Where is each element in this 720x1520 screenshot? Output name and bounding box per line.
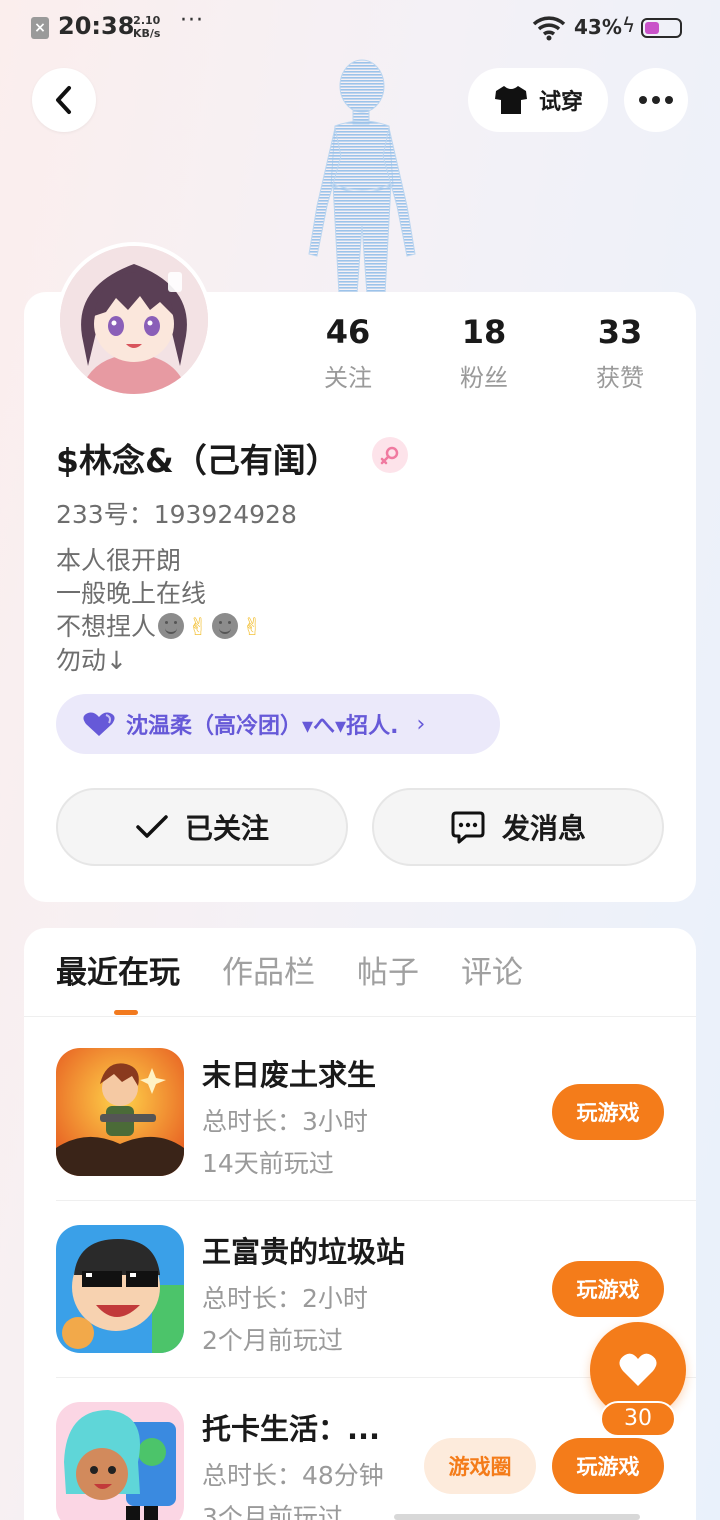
divider (56, 1200, 696, 1201)
female-gender-icon (372, 437, 408, 473)
status-bar: × 20:38 2.10 KB/s ··· 43% ϟ (0, 0, 720, 58)
send-message-button[interactable]: 发消息 (372, 788, 664, 866)
game-last-played: 2个月前玩过 (202, 1326, 343, 1355)
nickname: $林念&（己有闺） (56, 441, 339, 480)
send-message-label: 发消息 (501, 812, 586, 845)
active-tab-indicator (114, 1010, 138, 1015)
more-options-button[interactable] (624, 68, 688, 132)
victory-hand-emoji-icon: ✌ (242, 613, 263, 641)
bio-line: 勿动↓ (56, 646, 127, 675)
stat-label: 粉丝 (460, 364, 508, 392)
status-more-icon: ··· (180, 8, 204, 33)
heart-icon (83, 712, 115, 736)
game-last-played: 3个月前玩过 (202, 1503, 343, 1520)
stat-label: 关注 (324, 364, 372, 392)
game-title: 末日废土求生 (202, 1058, 377, 1092)
following-label: 已关注 (184, 812, 269, 845)
bio-line: 不想捏人 ✌ ✌ (56, 610, 264, 644)
dot-icon (665, 96, 673, 104)
charging-icon: ϟ (622, 13, 636, 37)
following-button[interactable]: 已关注 (56, 788, 348, 866)
tab-recently-played[interactable]: 最近在玩 (56, 948, 180, 998)
network-speed-value: 2.10 (133, 14, 161, 27)
game-title: 托卡生活：... (202, 1412, 381, 1446)
tab-comments[interactable]: 评论 (461, 948, 523, 998)
game-circle-button[interactable]: 游戏圈 (424, 1438, 536, 1494)
bio: 本人很开朗 一般晚上在线 不想捏人 ✌ ✌ 勿动↓ (56, 544, 264, 677)
game-row[interactable]: 末日废土求生 总时长：3小时 14天前玩过 玩游戏 (56, 1048, 696, 1224)
tshirt-icon (494, 86, 527, 114)
heart-icon (619, 1353, 657, 1386)
play-game-button[interactable]: 玩游戏 (552, 1438, 664, 1494)
battery-percent: 43% (574, 15, 622, 39)
status-time: 20:38 (58, 12, 135, 40)
play-game-button[interactable]: 玩游戏 (552, 1261, 664, 1317)
smiley-emoji-icon (158, 613, 185, 639)
game-duration: 总时长：2小时 (202, 1284, 368, 1313)
like-count: 30 (600, 1401, 676, 1437)
profile-tabs: 最近在玩 作品栏 帖子 评论 (56, 948, 523, 998)
bio-line: 本人很开朗 (56, 546, 182, 575)
bio-line-text: 不想捏人 (56, 612, 157, 641)
game-duration: 总时长：3小时 (202, 1107, 368, 1136)
user-id: 233号：193924928 (56, 500, 297, 529)
stat-value: 18 (461, 313, 507, 351)
profile-stats: 46 关注 18 粉丝 33 获赞 (280, 312, 690, 393)
battery-icon (641, 18, 682, 38)
play-game-button[interactable]: 玩游戏 (552, 1084, 664, 1140)
battery-fill (645, 22, 659, 34)
game-title: 王富贵的垃圾站 (202, 1235, 406, 1269)
stat-value: 33 (597, 313, 643, 351)
stat-following[interactable]: 46 关注 (280, 312, 416, 393)
wifi-icon (532, 16, 566, 41)
network-speed: 2.10 KB/s (133, 14, 160, 40)
dot-icon (652, 96, 660, 104)
stat-followers[interactable]: 18 粉丝 (416, 312, 552, 393)
game-icon (56, 1048, 184, 1176)
game-icon (56, 1402, 184, 1520)
network-speed-unit: KB/s (133, 27, 161, 40)
try-on-label: 试穿 (538, 90, 583, 115)
avatar[interactable] (56, 242, 212, 398)
chat-bubble-icon (451, 811, 485, 844)
game-last-played: 14天前玩过 (202, 1149, 334, 1178)
avatar-3d-figure[interactable] (295, 56, 425, 294)
smiley-emoji-icon (212, 613, 239, 639)
dot-icon (639, 96, 647, 104)
stat-likes[interactable]: 33 获赞 (552, 312, 688, 393)
back-button[interactable] (32, 68, 96, 132)
tab-works[interactable]: 作品栏 (222, 948, 315, 998)
check-icon (136, 815, 168, 838)
chevron-right-icon: › (416, 711, 426, 737)
game-duration: 总时长：48分钟 (202, 1461, 384, 1490)
stat-value: 46 (325, 313, 371, 351)
group-tag[interactable]: 沈温柔（高冷团）▾へ▾招人. › (56, 694, 500, 754)
divider (24, 1016, 696, 1017)
try-on-button[interactable]: 试穿 (468, 68, 608, 132)
victory-hand-emoji-icon: ✌ (188, 613, 209, 641)
group-name: 沈温柔（高冷团）▾へ▾招人. (126, 714, 399, 739)
scroll-indicator (394, 1514, 640, 1520)
game-icon (56, 1225, 184, 1353)
bio-line: 一般晚上在线 (56, 579, 207, 608)
stat-label: 获赞 (596, 364, 644, 392)
avatar-image (60, 246, 208, 394)
tab-posts[interactable]: 帖子 (357, 948, 419, 998)
chevron-left-icon (56, 86, 71, 114)
notification-icon: × (31, 17, 49, 39)
